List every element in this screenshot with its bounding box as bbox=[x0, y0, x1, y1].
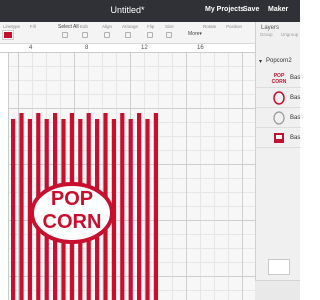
edit-icon[interactable] bbox=[82, 32, 88, 38]
stripe bbox=[145, 119, 150, 300]
stripe bbox=[11, 119, 16, 300]
flip-icon[interactable] bbox=[147, 32, 153, 38]
app-header: Untitled* My Projects Save Maker bbox=[0, 0, 300, 22]
size-icon[interactable] bbox=[166, 32, 172, 38]
blank-canvas-swatch[interactable] bbox=[268, 259, 290, 275]
layers-title: Layers bbox=[261, 25, 280, 31]
chevron-down-icon[interactable]: ▾ bbox=[259, 58, 262, 65]
stripe bbox=[120, 113, 125, 300]
size-caption: Size bbox=[165, 24, 174, 29]
more-button[interactable]: More▾ bbox=[188, 31, 202, 37]
layer-label: Bas bbox=[290, 75, 301, 81]
ellipse-thumb-icon bbox=[273, 111, 285, 125]
maker-selector[interactable]: Maker bbox=[268, 6, 288, 13]
fill-caption: Fill bbox=[30, 24, 36, 29]
stripe bbox=[128, 119, 133, 300]
stripe bbox=[19, 113, 24, 300]
layer-item[interactable]: Bas bbox=[256, 108, 301, 128]
my-projects-link[interactable]: My Projects bbox=[205, 6, 244, 13]
panel-footer bbox=[255, 280, 300, 300]
select-all-icon[interactable] bbox=[62, 32, 68, 38]
ruler-tick-label: 8 bbox=[85, 45, 89, 51]
layer-group-name: Popcorn2 bbox=[266, 58, 292, 64]
stripe bbox=[137, 113, 142, 300]
arrange-icon[interactable] bbox=[125, 32, 131, 38]
align-caption: Align bbox=[102, 24, 113, 29]
stripe bbox=[153, 113, 158, 300]
ruler-tick-label: 12 bbox=[141, 45, 148, 51]
badge-text-pop: POP bbox=[51, 188, 93, 210]
align-icon[interactable] bbox=[104, 32, 110, 38]
select-all-button[interactable]: Select All bbox=[58, 24, 79, 30]
edit-toolbar: Linetype Fill Select All Edit Align Arra… bbox=[0, 22, 255, 44]
ruler-tick-label: 4 bbox=[29, 45, 33, 51]
linetype-caption: Linetype bbox=[3, 24, 21, 29]
rotate-caption: Rotate bbox=[203, 24, 217, 29]
layer-group-row[interactable]: ▾ Popcorn2 bbox=[256, 56, 301, 68]
badge-text-corn: CORN bbox=[43, 211, 102, 233]
svg-text:CORN: CORN bbox=[272, 79, 287, 85]
group-button[interactable]: Group bbox=[260, 32, 273, 37]
design-canvas[interactable]: POP CORN bbox=[9, 53, 255, 300]
save-button[interactable]: Save bbox=[243, 6, 259, 13]
layer-item[interactable]: Bas bbox=[256, 128, 301, 148]
layer-item[interactable]: Bas bbox=[256, 88, 301, 108]
fill-color-swatch[interactable] bbox=[2, 30, 14, 40]
horizontal-ruler: 4 8 12 16 bbox=[0, 44, 255, 53]
layer-item[interactable]: POP CORN Bas bbox=[256, 68, 301, 88]
vertical-ruler bbox=[0, 53, 9, 300]
arrange-caption: Arrange bbox=[122, 24, 139, 29]
popcorn-bag-design[interactable]: POP CORN bbox=[9, 113, 169, 300]
position-caption: Position bbox=[226, 24, 243, 29]
bag-thumb-icon bbox=[274, 133, 284, 143]
ruler-tick-label: 16 bbox=[197, 45, 204, 51]
ungroup-button[interactable]: Ungroup bbox=[281, 32, 298, 37]
text-thumb-icon: POP CORN bbox=[272, 73, 287, 85]
flip-caption: Flip bbox=[147, 24, 155, 29]
layer-label: Bas bbox=[290, 115, 301, 121]
ellipse-thumb-icon bbox=[273, 91, 285, 105]
edit-caption: Edit bbox=[80, 24, 88, 29]
layer-label: Bas bbox=[290, 135, 301, 141]
layer-label: Bas bbox=[290, 95, 301, 101]
